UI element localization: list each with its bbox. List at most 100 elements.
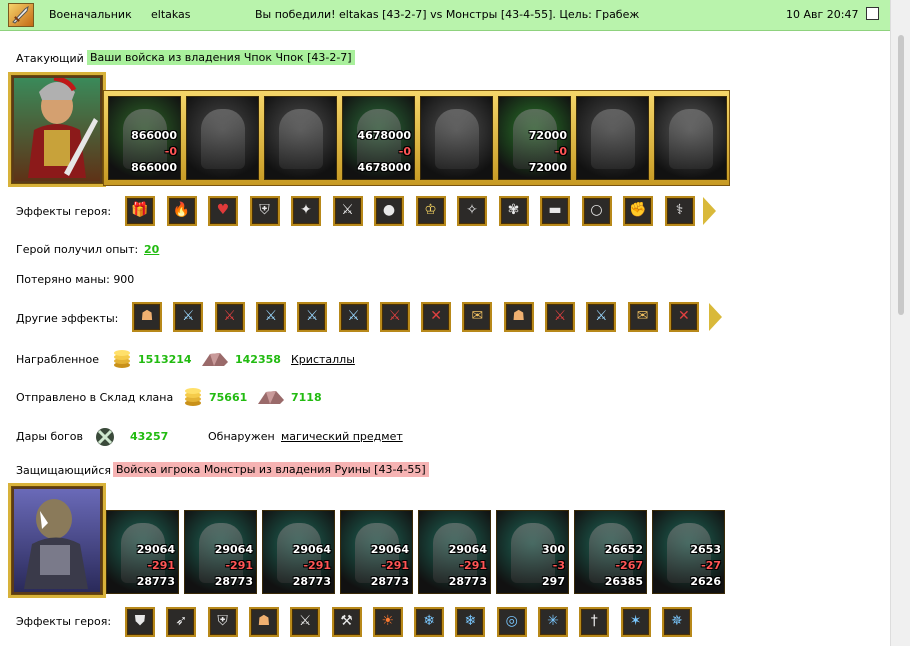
attacker-unit-slot[interactable] bbox=[654, 96, 727, 180]
attacker-unit-slot[interactable] bbox=[420, 96, 493, 180]
armor-icon[interactable]: ⚔ bbox=[290, 607, 321, 637]
gifts-label: Дары богов bbox=[16, 430, 84, 443]
sword-logo-icon[interactable] bbox=[8, 3, 34, 27]
sword-icon[interactable]: ⚔ bbox=[173, 302, 204, 332]
scroll-icon[interactable]: ✉ bbox=[462, 302, 493, 332]
potion-icon[interactable]: ● bbox=[374, 196, 404, 226]
unit-count-bottom: 28773 bbox=[370, 575, 409, 588]
other-effects-next-icon[interactable] bbox=[709, 303, 722, 331]
belt-icon[interactable]: ▬ bbox=[540, 196, 570, 226]
hero-effects-next-icon[interactable] bbox=[703, 197, 716, 225]
unit-count-bottom: 28773 bbox=[448, 575, 487, 588]
gift-icon[interactable]: 🎁 bbox=[125, 196, 155, 226]
defender-unit-slot[interactable]: 300 -3 297 bbox=[496, 510, 569, 594]
warrior-icon[interactable]: ☗ bbox=[503, 302, 534, 332]
attacker-unit-slot[interactable]: 4678000 -0 4678000 bbox=[342, 96, 415, 180]
attacker-label: Атакующий bbox=[16, 52, 84, 65]
sword-icon[interactable]: ⚔ bbox=[338, 302, 369, 332]
attacker-unit-slot[interactable] bbox=[264, 96, 337, 180]
defender-unit-slot[interactable]: 26652 -267 26385 bbox=[574, 510, 647, 594]
crown-icon[interactable]: ♔ bbox=[415, 196, 446, 226]
lion-icon[interactable]: ☀ bbox=[372, 607, 403, 637]
creature-figure bbox=[591, 109, 635, 169]
unit-count-bottom: 4678000 bbox=[357, 161, 411, 174]
sword-icon[interactable]: ⚔ bbox=[255, 302, 286, 332]
unit-count-top: 2653 bbox=[690, 543, 721, 556]
clan-crystals-value: 7118 bbox=[291, 391, 322, 404]
creature-figure bbox=[435, 109, 479, 169]
treasure-icon[interactable]: ✦ bbox=[291, 196, 321, 226]
exp-value[interactable]: 20 bbox=[144, 243, 159, 256]
red-sword-icon[interactable]: ⚔ bbox=[214, 302, 245, 332]
gold-coins-icon bbox=[114, 350, 130, 368]
crystal-icon bbox=[202, 353, 228, 366]
player-role[interactable]: Военачальник bbox=[49, 8, 132, 21]
sword-icon[interactable]: ⚔ bbox=[297, 302, 328, 332]
unit-count-top: 4678000 bbox=[357, 129, 411, 142]
hero-effects-label: Эффекты героя: bbox=[16, 205, 112, 218]
staff-icon[interactable]: ⚕ bbox=[664, 196, 695, 226]
heart-icon[interactable]: ♥ bbox=[208, 196, 238, 226]
mace-icon[interactable]: † bbox=[579, 607, 610, 637]
red-axe-icon[interactable]: ✕ bbox=[421, 302, 452, 332]
defender-unit-slot[interactable]: 2653 -27 2626 bbox=[652, 510, 725, 594]
gauntlet-icon[interactable]: ✊ bbox=[623, 196, 653, 226]
unit-count-mid: -267 bbox=[615, 559, 643, 572]
unit-count-bottom: 26385 bbox=[604, 575, 643, 588]
attacker-unit-slot[interactable]: 866000 -0 866000 bbox=[108, 96, 181, 180]
wings-icon[interactable]: ✾ bbox=[498, 196, 529, 226]
spear-icon[interactable]: ➶ bbox=[166, 607, 197, 637]
defender-unit-slot[interactable]: 29064 -291 28773 bbox=[418, 510, 491, 594]
attacker-hero-portrait[interactable] bbox=[8, 72, 106, 187]
ice-staff-icon[interactable]: ✳ bbox=[538, 607, 568, 637]
scrollbar[interactable] bbox=[890, 0, 910, 646]
sword-icon[interactable]: ⚔ bbox=[586, 302, 617, 332]
shield-icon[interactable]: ⛨ bbox=[207, 607, 238, 637]
scroll-icon[interactable]: ✉ bbox=[627, 302, 658, 332]
loot-crystals-value: 142358 bbox=[235, 353, 281, 366]
red-sword-icon[interactable]: ⚔ bbox=[379, 302, 410, 332]
unit-count-mid: -291 bbox=[147, 559, 175, 572]
defender-unit-slot[interactable]: 29064 -291 28773 bbox=[262, 510, 335, 594]
attacker-unit-slot[interactable]: 72000 -0 72000 bbox=[498, 96, 571, 180]
unit-count-mid: -0 bbox=[398, 145, 411, 158]
amulet-icon[interactable]: ✧ bbox=[457, 196, 487, 226]
attacker-unit-slot[interactable] bbox=[576, 96, 649, 180]
player-name[interactable]: eltakas bbox=[151, 8, 191, 21]
cloak-icon[interactable]: ⛊ bbox=[125, 607, 155, 637]
magic-item-link[interactable]: магический предмет bbox=[281, 430, 403, 443]
clan-gold-value: 75661 bbox=[209, 391, 248, 404]
found-label: Обнаружен bbox=[208, 430, 275, 443]
hammer-icon[interactable]: ⚒ bbox=[331, 607, 362, 637]
scrollbar-thumb[interactable] bbox=[898, 35, 904, 315]
defender-hero-portrait[interactable] bbox=[8, 483, 106, 598]
ice-armor-icon[interactable]: ❄ bbox=[414, 607, 445, 637]
fire-chest-icon[interactable]: 🔥 bbox=[166, 196, 197, 226]
armor-icon[interactable]: ⚔ bbox=[332, 196, 363, 226]
warrior-icon[interactable]: ☗ bbox=[132, 302, 162, 332]
red-axe-icon[interactable]: ✕ bbox=[668, 302, 699, 332]
window-checkbox[interactable] bbox=[866, 7, 879, 20]
unit-count-bottom: 297 bbox=[542, 575, 565, 588]
unit-count-mid: -291 bbox=[303, 559, 331, 572]
ice-crystal-icon[interactable]: ✶ bbox=[620, 607, 651, 637]
defender-unit-slot[interactable]: 29064 -291 28773 bbox=[184, 510, 257, 594]
ice-ring-icon[interactable]: ◎ bbox=[496, 607, 527, 637]
attacker-unit-slot[interactable] bbox=[186, 96, 259, 180]
ring-icon[interactable]: ○ bbox=[581, 196, 612, 226]
defender-unit-slot[interactable]: 29064 -291 28773 bbox=[340, 510, 413, 594]
unit-count-mid: -0 bbox=[164, 145, 177, 158]
clan-storage-label: Отправлено в Склад клана bbox=[16, 391, 174, 404]
ice-mage-icon[interactable]: ✵ bbox=[661, 607, 692, 637]
shield-icon[interactable]: ⛨ bbox=[249, 196, 280, 226]
crystal-icon bbox=[258, 391, 284, 404]
other-effects-label: Другие эффекты: bbox=[16, 312, 119, 325]
red-sword-icon[interactable]: ⚔ bbox=[545, 302, 575, 332]
loot-label: Награбленное bbox=[16, 353, 99, 366]
defender-unit-slot[interactable]: 29064 -291 28773 bbox=[106, 510, 179, 594]
mana-lost-label: Потеряно маны: 900 bbox=[16, 273, 135, 286]
warrior-icon[interactable]: ☗ bbox=[248, 607, 279, 637]
crystals-link[interactable]: Кристаллы bbox=[291, 353, 355, 366]
ice-armor-icon[interactable]: ❄ bbox=[455, 607, 486, 637]
creature-figure bbox=[669, 109, 713, 169]
